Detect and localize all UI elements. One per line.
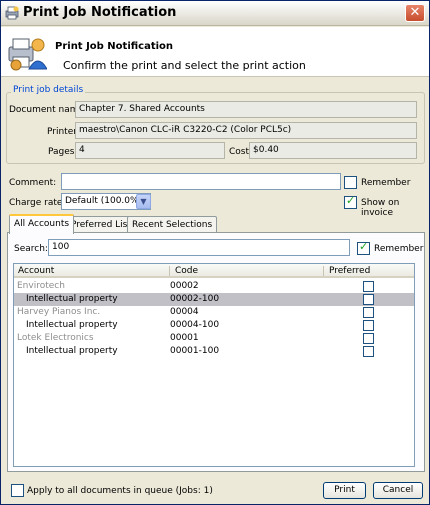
account-cell: Intellectual property (26, 294, 118, 304)
cost-field: $0.40 (249, 142, 417, 159)
table-row[interactable]: Lotek Electronics 00001 (14, 332, 414, 345)
pages-label: Pages (48, 147, 75, 157)
details-legend: Print job details (11, 85, 86, 95)
comment-remember-label: Remember (361, 178, 411, 188)
account-cell: Harvey Pianos Inc. (17, 307, 101, 317)
printer-icon (5, 6, 19, 20)
column-header-preferred[interactable]: Preferred (325, 264, 414, 278)
title-bar: Print Job Notification ✕ (1, 1, 429, 26)
apply-all-label: Apply to all documents in queue (Jobs: 1… (27, 486, 213, 496)
charge-rate-value: Default (100.0%) (65, 196, 143, 206)
table-row[interactable]: Envirotech 00002 (14, 280, 414, 293)
show-on-invoice-label: Show on invoice (361, 198, 400, 218)
print-button[interactable]: Print (323, 482, 366, 499)
table-row[interactable]: Intellectual property 00002-100 (14, 293, 414, 306)
printer-label: Printer (47, 127, 77, 137)
dialog-header: Print Job Notification Confirm the print… (1, 27, 429, 77)
cost-label: Cost (229, 147, 250, 157)
code-cell: 00001-100 (170, 346, 220, 356)
comment-remember-checkbox[interactable] (344, 176, 357, 189)
preferred-checkbox[interactable] (363, 333, 374, 344)
search-input[interactable]: 100 (48, 239, 350, 256)
preferred-checkbox[interactable] (363, 307, 374, 318)
column-header-account[interactable]: Account (14, 264, 171, 278)
close-button[interactable]: ✕ (405, 4, 425, 22)
column-header-code[interactable]: Code (171, 264, 325, 278)
account-cell: Intellectual property (26, 346, 118, 356)
preferred-checkbox[interactable] (363, 320, 374, 331)
tab-all-accounts[interactable]: All Accounts (9, 214, 75, 234)
account-cell: Intellectual property (26, 320, 118, 330)
code-cell: 00002-100 (170, 294, 220, 304)
printer-field: maestro\Canon CLC-iR C3220-C2 (Color PCL… (75, 122, 417, 139)
table-row[interactable]: Intellectual property 00001-100 (14, 345, 414, 358)
preferred-checkbox[interactable] (363, 281, 374, 292)
cancel-button[interactable]: Cancel (373, 482, 423, 499)
window-title: Print Job Notification (23, 5, 177, 20)
account-cell: Envirotech (17, 281, 65, 291)
search-remember-checkbox[interactable] (357, 240, 370, 255)
search-label: Search: (14, 244, 48, 254)
column-separator (323, 266, 324, 276)
chevron-down-icon[interactable]: ▼ (136, 194, 151, 209)
code-cell: 00004 (170, 307, 199, 317)
show-on-invoice-checkbox[interactable] (344, 194, 357, 209)
column-separator (169, 266, 170, 276)
preferred-checkbox[interactable] (363, 346, 374, 357)
account-cell: Lotek Electronics (17, 333, 94, 343)
table-row[interactable]: Intellectual property 00004-100 (14, 319, 414, 332)
header-subtitle: Confirm the print and select the print a… (63, 59, 306, 72)
apply-all-checkbox[interactable] (11, 484, 24, 497)
comment-input[interactable] (61, 173, 341, 190)
preferred-checkbox[interactable] (363, 294, 374, 305)
code-cell: 00002 (170, 281, 199, 291)
search-remember-label: Remember (374, 244, 424, 254)
header-title: Print Job Notification (55, 41, 174, 52)
printer-user-icon (8, 38, 47, 71)
close-icon: ✕ (409, 5, 421, 20)
charge-rate-label: Charge rate: (9, 198, 66, 208)
document-name-label: Document name (9, 105, 85, 115)
accounts-table: Account Code Preferred Envirotech 00002 … (13, 263, 415, 467)
table-row[interactable]: Harvey Pianos Inc. 00004 (14, 306, 414, 319)
print-job-dialog: Print Job Notification ✕ Print Job Notif… (0, 0, 430, 505)
pages-field: 4 (75, 142, 225, 159)
code-cell: 00004-100 (170, 320, 220, 330)
comment-label: Comment: (9, 178, 57, 188)
document-name-field: Chapter 7. Shared Accounts (75, 101, 417, 118)
code-cell: 00001 (170, 333, 199, 343)
